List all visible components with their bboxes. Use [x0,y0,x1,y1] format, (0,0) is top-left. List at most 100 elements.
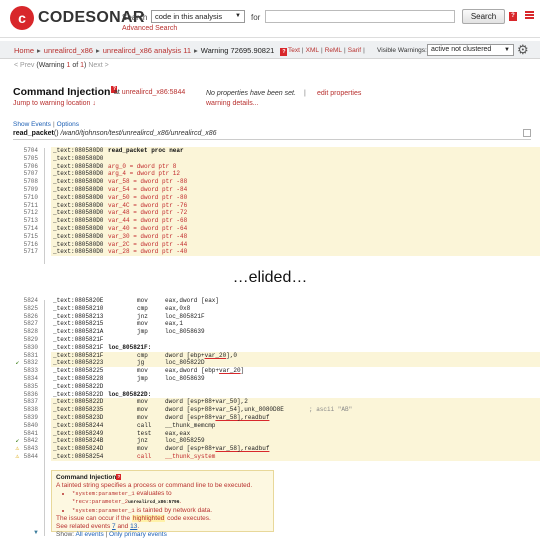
line-number[interactable]: 5842 [18,437,38,445]
code-mnemonic: mov [137,398,148,406]
code-operand: eax,dword [ebp+var_20] [165,367,245,375]
line-number[interactable]: 5717 [18,248,38,256]
callout-location-link[interactable]: unrealircd_x86:5796 [128,500,179,505]
format-xml-link[interactable]: XML [306,47,319,54]
no-properties-text: No properties have been set. [206,90,296,97]
dropdown-arrow-icon: ▼ [504,47,510,53]
code-address: _text:08058215 [53,320,104,328]
format-links: Text | XML | ReML | Sarif | [288,47,365,54]
line-number[interactable]: 5705 [18,155,38,163]
prev-link[interactable]: < Prev [14,62,34,69]
search-input[interactable] [265,10,455,23]
line-number[interactable]: 5835 [18,383,38,391]
line-number[interactable]: 5828 [18,328,38,336]
jump-to-location-link[interactable]: Jump to warning location ↓ [13,100,96,107]
breadcrumb-current: Warning 72695.90821 [200,46,275,55]
edit-properties-link[interactable]: edit properties [317,90,361,97]
line-number[interactable]: 5712 [18,209,38,217]
code-row: 5830 _text:0805821F loc_805821F: [0,344,540,352]
chevron-down-icon[interactable]: ▼ [33,530,39,536]
code-mnemonic: mov [137,445,148,453]
line-number[interactable]: 5841 [18,430,38,438]
code-row: 5704 _text:080580D0 read_packet proc near [0,147,540,155]
code-row: ↙ 5842 _text:0805824B jnz loc_8058259 [0,437,540,446]
tainted-operand: var_20 [219,367,241,375]
code-row: 5708 _text:080580D0 var_58 = dword ptr -88 [0,178,540,186]
code-operand: dword [esp+88+var_58],readbuf [165,413,270,421]
line-number[interactable]: 5831 [18,352,38,360]
line-number[interactable]: 5833 [18,367,38,375]
options-link[interactable]: Options [57,121,79,128]
line-number[interactable]: 5715 [18,233,38,241]
breadcrumb-bar: Home ▸ unrealircd_x86 ▸ unrealircd_x86 analy… [0,41,540,59]
line-number[interactable]: 5840 [18,422,38,430]
code-mnemonic: jmp [137,328,148,336]
line-number[interactable]: 5826 [18,313,38,321]
format-reml-link[interactable]: ReML [325,47,342,54]
breadcrumb-analysis[interactable]: unrealircd_x86 analysis 11 [103,46,191,55]
line-number[interactable]: 5832 [18,359,38,367]
warning-location-link[interactable]: unrealircd_x86:5844 [122,89,185,96]
format-sarif-link[interactable]: Sarif [348,47,361,54]
search-scope-select[interactable]: code in this analysis ▼ [151,10,245,23]
next-link[interactable]: Next > [88,62,108,69]
breadcrumb-project[interactable]: unrealircd_x86 [44,46,93,55]
advanced-search-link[interactable]: Advanced Search [122,25,177,32]
code-mnemonic: jg [137,359,145,367]
line-number[interactable]: 5713 [18,217,38,225]
line-number[interactable]: 5704 [18,147,38,155]
line-number[interactable]: 5706 [18,163,38,171]
show-all-events-link[interactable]: All events [76,531,104,538]
visible-warnings-value: active not clustered [431,46,492,53]
line-number[interactable]: 5837 [18,398,38,406]
show-primary-events-link[interactable]: Only primary events [109,531,167,538]
code-address: _text:080580D0 [53,201,104,209]
help-icon[interactable]: ? [509,12,517,21]
code-row: 5710 _text:080580D0 var_50 = dword ptr -80 [0,193,540,202]
format-text-link[interactable]: Text [288,47,300,54]
code-mnemonic: mov [137,367,148,375]
code-row: 5706 _text:080580D0 arg_0 = dword ptr 8 [0,162,540,171]
line-number[interactable]: 5714 [18,225,38,233]
line-number[interactable]: 5711 [18,202,38,210]
code-row: 5839 _text:0805823D mov dword [esp+88+var_5… [0,413,540,422]
divider: | [304,90,306,97]
code-address: _text:080580D0 [53,240,104,248]
line-number[interactable]: 5834 [18,375,38,383]
gear-icon[interactable]: ⚙ [517,43,529,56]
line-number[interactable]: 5844 [18,453,38,461]
code-address: _text:080580D0 [53,185,104,193]
line-number[interactable]: 5709 [18,186,38,194]
help-icon[interactable]: ? [116,474,122,480]
line-number[interactable]: 5716 [18,241,38,249]
help-icon[interactable]: ? [280,48,288,56]
line-number[interactable]: 5830 [18,344,38,352]
menu-icon[interactable] [525,11,534,20]
code-row: 5824 _text:0805820E mov eax,dword [eax] [0,297,540,305]
logo-mark: c [10,6,34,30]
line-number[interactable]: 5710 [18,194,38,202]
line-number[interactable]: 5707 [18,170,38,178]
callout-description: A tainted string specifies a process or … [56,482,253,489]
line-number[interactable]: 5825 [18,305,38,313]
search-button[interactable]: Search [462,9,505,24]
line-number[interactable]: 5836 [18,391,38,399]
visible-warnings-label: Visible Warnings: [377,47,427,54]
code-mnemonic: arg_4 = dword ptr 12 [108,170,181,178]
show-events-link[interactable]: Show Events [13,121,51,128]
visible-warnings-select[interactable]: active not clustered ▼ [427,44,514,56]
line-number[interactable]: 5827 [18,320,38,328]
breadcrumb-home[interactable]: Home [14,46,34,55]
options-checkbox[interactable] [523,129,531,137]
elided-marker: …elided… [232,269,308,286]
line-number[interactable]: 5839 [18,414,38,422]
warning-details-link[interactable]: warning details... [206,100,259,107]
line-number[interactable]: 5843 [18,445,38,453]
line-number[interactable]: 5829 [18,336,38,344]
code-mnemonic: var_58 = dword ptr -88 [108,178,188,186]
line-number[interactable]: 5838 [18,406,38,414]
line-number[interactable]: 5708 [18,178,38,186]
code-address: _text:08058213 [53,312,104,320]
code-operand: __thunk_memcmp [165,421,216,429]
line-number[interactable]: 5824 [18,297,38,305]
